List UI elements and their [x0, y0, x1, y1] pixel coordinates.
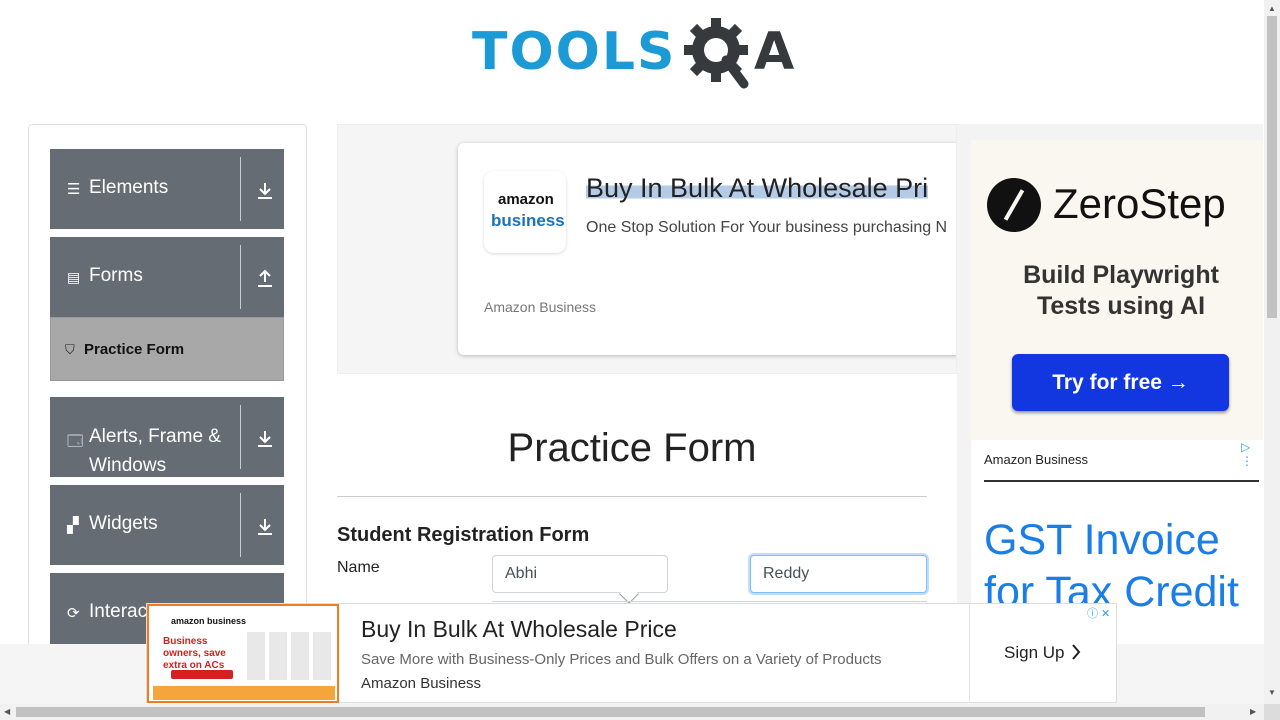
scroll-up-icon[interactable]: ▲	[1268, 4, 1276, 13]
scroll-thumb[interactable]	[16, 707, 1205, 717]
top-ad-title[interactable]: Buy In Bulk At Wholesale Pri	[586, 173, 929, 204]
sidebar: ☰ Elements ▤ Forms ⛉ Practice Form 🗔 Ale…	[28, 124, 307, 664]
upload-arrow-icon	[258, 269, 272, 287]
html5-icon: ⛉	[65, 342, 75, 357]
amazon-business-logo: amazon business	[484, 171, 566, 253]
bottom-ad-subtitle: Save More with Business-Only Prices and …	[361, 651, 882, 668]
cog-q-icon	[684, 18, 749, 89]
download-arrow-icon	[258, 431, 272, 447]
scroll-right-icon[interactable]: ▶	[1250, 707, 1256, 716]
right-ad[interactable]: ZeroStep Build Playwright Tests using AI…	[957, 124, 1263, 644]
thumb-footer-strip	[153, 686, 335, 700]
bottom-ad-brand: Amazon Business	[361, 675, 482, 692]
scroll-thumb[interactable]	[1267, 16, 1277, 318]
headline-line1: GST Invoice	[984, 516, 1220, 564]
bottom-ad-title[interactable]: Buy In Bulk At Wholesale Price	[361, 616, 677, 643]
sidebar-group-alerts[interactable]: 🗔 Alerts, Frame & Windows	[50, 397, 284, 477]
zerostep-name: ZeroStep	[1053, 180, 1226, 227]
page-title: Practice Form	[507, 426, 757, 470]
gst-ad-brand: Amazon Business	[984, 452, 1089, 467]
divider	[337, 496, 927, 497]
scroll-left-icon[interactable]: ◀	[4, 707, 10, 716]
toolsqa-logo[interactable]: TOOLS A	[472, 14, 796, 92]
divider	[240, 245, 241, 309]
sidebar-group-label: Widgets	[89, 513, 158, 534]
scrollbar-corner	[1264, 704, 1280, 720]
sidebar-group-label: Elements	[89, 177, 169, 198]
top-ad-subtitle: One Stop Solution For Your business purc…	[586, 219, 948, 236]
zerostep-tagline: Build Playwright Tests using AI	[991, 260, 1251, 322]
tagline-line1: Build Playwright	[1023, 261, 1219, 289]
form-heading: Student Registration Form	[337, 524, 590, 546]
logo-line1: amazon	[498, 191, 554, 208]
divider	[240, 405, 241, 469]
ad-choices-icon[interactable]: ▷ ⋮	[1241, 440, 1263, 468]
sign-up-button[interactable]: Sign Up	[1004, 643, 1064, 663]
download-arrow-icon	[258, 183, 272, 199]
sidebar-group-label: Forms	[89, 265, 143, 286]
horizontal-scrollbar[interactable]: ◀ ▶	[0, 704, 1264, 720]
try-for-free-button[interactable]: Try for free →	[1012, 354, 1229, 411]
zerostep-ad[interactable]: ZeroStep Build Playwright Tests using AI…	[971, 140, 1263, 440]
download-arrow-icon	[258, 519, 272, 535]
scroll-down-icon[interactable]: ▼	[1268, 688, 1276, 697]
top-ad-card[interactable]: amazon business Buy In Bulk At Wholesale…	[458, 143, 956, 355]
sidebar-group-widgets[interactable]: ▞ Widgets	[50, 485, 284, 565]
divider	[984, 480, 1259, 482]
browser-viewport: TOOLS A ☰ Elements ▤ Forms ⛉ Practice Fo…	[0, 0, 1280, 720]
divider	[240, 157, 241, 221]
top-ad[interactable]: amazon business Buy In Bulk At Wholesale…	[337, 124, 957, 374]
menu-icon: ☰	[67, 181, 81, 198]
thumb-text: Business owners, save extra on ACs	[163, 636, 226, 671]
sidebar-group-label: Alerts, Frame &	[89, 426, 221, 447]
ad-close-icon[interactable]: ⓘ ✕	[1087, 605, 1117, 620]
zerostep-logo-icon	[987, 178, 1041, 232]
thumb-brand: amazon business	[171, 616, 247, 626]
window-icon: 🗔	[67, 433, 84, 450]
logo-text: TOOLS	[472, 22, 677, 82]
sidebar-item-label: Practice Form	[84, 341, 185, 358]
sidebar-group-elements[interactable]: ☰ Elements	[50, 149, 284, 229]
widgets-icon: ▞	[67, 517, 79, 534]
interaction-icon: ⟳	[67, 605, 80, 622]
vertical-scrollbar[interactable]: ▲ ▼	[1264, 0, 1280, 704]
divider	[240, 493, 241, 557]
top-ad-brand: Amazon Business	[484, 299, 597, 315]
name-label: Name	[337, 559, 380, 576]
divider	[969, 604, 970, 703]
thumb-button	[171, 670, 233, 679]
sidebar-group-label-line2: Windows	[89, 455, 167, 476]
sidebar-item-practice-form[interactable]: ⛉ Practice Form	[50, 317, 284, 381]
last-name-input[interactable]: Reddy	[750, 555, 927, 593]
sidebar-group-forms[interactable]: ▤ Forms	[50, 237, 284, 317]
first-name-input[interactable]: Abhi	[492, 555, 668, 593]
logo-line2: business	[491, 211, 565, 230]
bottom-ad[interactable]: amazon business Business owners, save ex…	[146, 603, 1117, 703]
logo-suffix: A	[754, 22, 795, 82]
sidebar-group-label: Interac	[89, 601, 148, 622]
chevron-right-icon[interactable]	[1071, 643, 1081, 661]
ad-thumbnail: amazon business Business owners, save ex…	[147, 604, 339, 703]
air-conditioner-image	[247, 632, 331, 680]
tagline-line2: Tests using AI	[1036, 292, 1206, 320]
document-icon: ▤	[67, 269, 81, 285]
